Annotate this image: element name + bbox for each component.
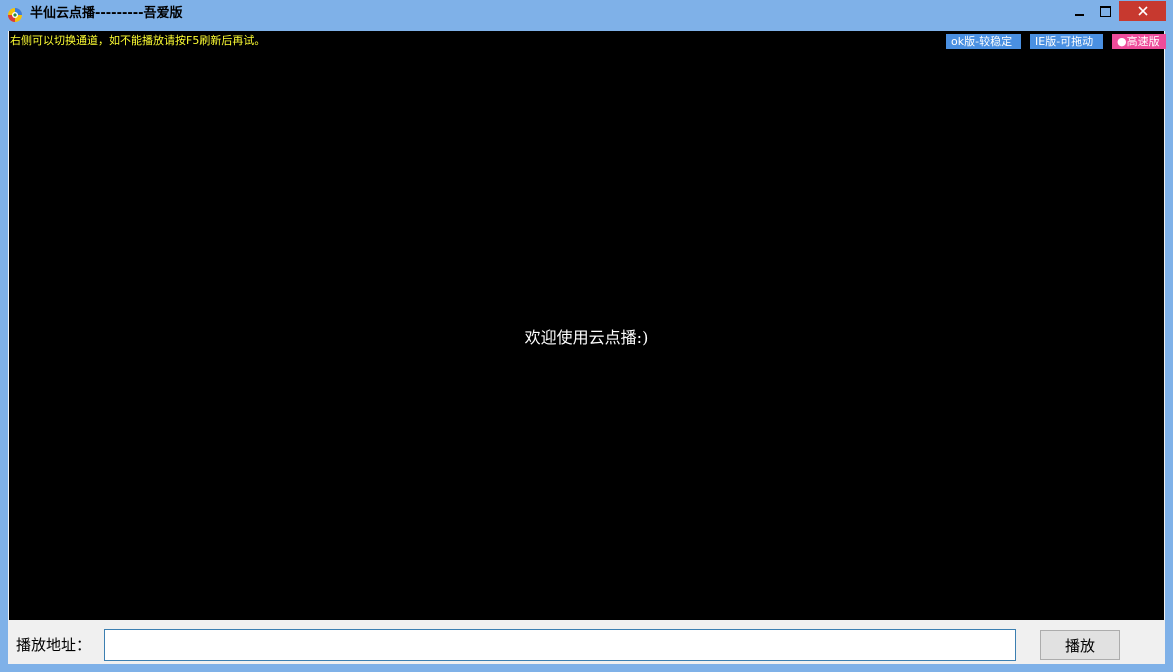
maximize-icon: [1100, 5, 1111, 17]
play-button[interactable]: 播放: [1040, 630, 1120, 660]
close-icon: [1137, 6, 1148, 16]
app-window: 半仙云点播---------吾爱版 右侧可以切换通道，如不能播放请按F5刷新后再…: [0, 0, 1173, 672]
maximize-button[interactable]: [1092, 1, 1119, 21]
minimize-icon: [1074, 14, 1084, 16]
channel-ok-button[interactable]: ok版-较稳定: [946, 34, 1021, 49]
channel-hint: 右侧可以切换通道，如不能播放请按F5刷新后再试。: [10, 34, 266, 47]
minimize-button[interactable]: [1066, 1, 1092, 21]
close-button[interactable]: [1119, 1, 1166, 21]
video-player[interactable]: 右侧可以切换通道，如不能播放请按F5刷新后再试。 ok版-较稳定 IE版-可拖动…: [9, 31, 1166, 620]
address-input[interactable]: [104, 629, 1016, 661]
app-logo-icon: [8, 8, 22, 22]
title-bar[interactable]: 半仙云点播---------吾爱版: [0, 0, 1173, 30]
channel-ie-button[interactable]: IE版-可拖动: [1030, 34, 1103, 49]
address-label: 播放地址：: [16, 636, 92, 654]
channel-fast-button[interactable]: ●高速版: [1112, 34, 1166, 49]
client-area: 右侧可以切换通道，如不能播放请按F5刷新后再试。 ok版-较稳定 IE版-可拖动…: [8, 31, 1166, 664]
window-title: 半仙云点播---------吾爱版: [30, 6, 183, 21]
welcome-message: 欢迎使用云点播:): [524, 328, 649, 347]
